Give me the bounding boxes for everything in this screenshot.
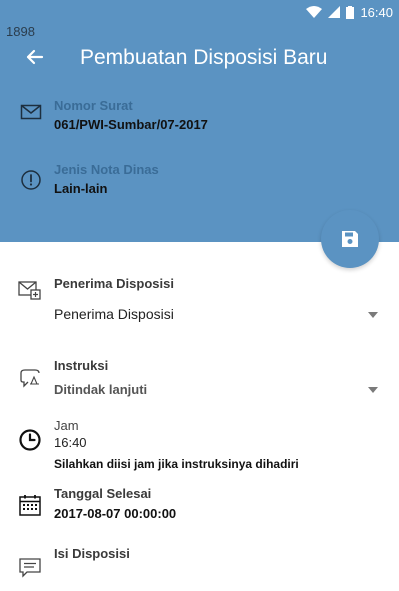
tanggal-value: 2017-08-07 00:00:00	[54, 506, 177, 521]
message-icon	[19, 558, 41, 578]
battery-icon	[346, 5, 355, 19]
clock-icon	[19, 429, 41, 451]
penerima-field: Penerima Disposisi Penerima Disposisi	[18, 276, 388, 336]
arrow-left-icon	[26, 49, 44, 65]
penerima-label: Penerima Disposisi	[54, 276, 174, 291]
jam-value: 16:40	[54, 435, 87, 450]
instruksi-dropdown-arrow[interactable]	[368, 387, 378, 393]
page-title: Pembuatan Disposisi Baru	[80, 46, 328, 69]
jam-field[interactable]: Jam 16:40 Silahkan diisi jam jika instru…	[18, 418, 388, 471]
tanggal-label: Tanggal Selesai	[54, 486, 152, 501]
back-button[interactable]	[22, 44, 48, 70]
nomor-surat-label: Nomor Surat	[54, 98, 133, 113]
instruksi-field: Instruksi Ditindak lanjuti	[18, 358, 388, 406]
penerima-dropdown-arrow[interactable]	[368, 312, 378, 318]
signal-icon	[328, 6, 341, 18]
penerima-selected: Penerima Disposisi	[54, 306, 174, 322]
jam-hint: Silahkan diisi jam jika instruksinya dih…	[54, 457, 299, 471]
status-bar: 1898 16:40	[0, 0, 399, 40]
jenis-nota-value: Lain-lain	[54, 181, 108, 196]
floppy-disk-icon	[342, 231, 358, 247]
jenis-nota-label: Jenis Nota Dinas	[54, 162, 159, 177]
alert-circle-icon	[21, 170, 41, 190]
isi-label: Isi Disposisi	[54, 546, 130, 561]
wifi-icon	[306, 6, 323, 18]
comment-icon	[20, 369, 40, 388]
save-button[interactable]	[321, 210, 379, 268]
app-header: 1898 16:40 Pembuatan Disposisi Baru Nomo…	[0, 0, 399, 242]
instruksi-selected: Ditindak lanjuti	[54, 382, 148, 397]
mail-forward-icon	[18, 281, 41, 300]
nomor-surat-value: 061/PWI-Sumbar/07-2017	[54, 117, 208, 132]
tanggal-field[interactable]: Tanggal Selesai 2017-08-07 00:00:00	[18, 486, 388, 522]
jam-label: Jam	[54, 418, 79, 433]
calendar-icon	[19, 495, 41, 516]
status-icons: 16:40	[306, 4, 393, 20]
envelope-icon	[20, 104, 42, 120]
status-time: 16:40	[360, 4, 393, 20]
instruksi-label: Instruksi	[54, 358, 109, 373]
isi-field[interactable]: Isi Disposisi	[18, 546, 388, 580]
status-left-text: 1898	[6, 24, 35, 39]
